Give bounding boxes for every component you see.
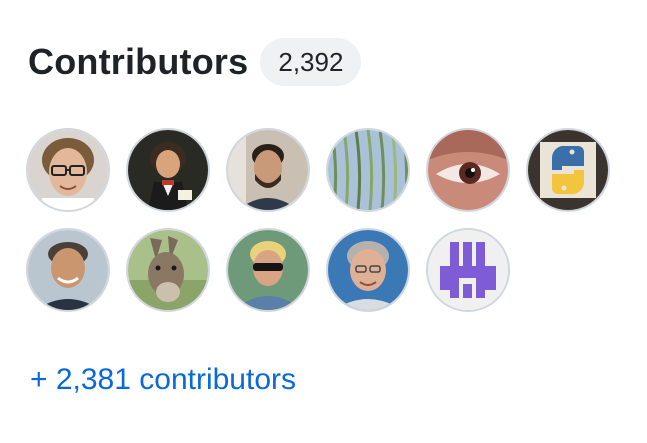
contributor-avatar-1[interactable]	[26, 128, 110, 212]
contributor-avatar-9[interactable]	[226, 228, 310, 312]
avatar-willow-tree-icon	[328, 130, 408, 210]
contributors-count-badge: 2,392	[260, 38, 362, 86]
contributor-avatar-10[interactable]	[326, 228, 410, 312]
contributor-avatar-3[interactable]	[226, 128, 310, 212]
contributors-section: Contributors 2,392 + 2,381 contributors	[0, 0, 647, 443]
contributor-avatar-7[interactable]	[26, 228, 110, 312]
avatar-man-sunglasses-icon	[228, 230, 308, 310]
avatar-identicon-purple-icon	[428, 230, 508, 310]
avatar-eye-closeup-icon	[428, 130, 508, 210]
contributors-title[interactable]: Contributors	[28, 38, 248, 86]
avatar-man-grey-hair-icon	[328, 230, 408, 310]
avatar-man-smiling-icon	[28, 230, 108, 310]
contributor-avatar-11[interactable]	[426, 228, 510, 312]
avatar-donkey-icon	[128, 230, 208, 310]
contributor-avatar-6[interactable]	[526, 128, 610, 212]
avatar-python-logo-icon	[528, 130, 608, 210]
contributor-avatar-8[interactable]	[126, 228, 210, 312]
contributor-avatar-4[interactable]	[326, 128, 410, 212]
avatar-man-glasses-icon	[28, 130, 108, 210]
avatar-man-beard-icon	[228, 130, 308, 210]
contributor-avatar-2[interactable]	[126, 128, 210, 212]
more-contributors-link[interactable]: + 2,381 contributors	[30, 360, 296, 400]
avatar-beethoven-painting-icon	[128, 130, 208, 210]
contributors-header: Contributors 2,392	[28, 38, 362, 86]
contributor-avatar-5[interactable]	[426, 128, 510, 212]
